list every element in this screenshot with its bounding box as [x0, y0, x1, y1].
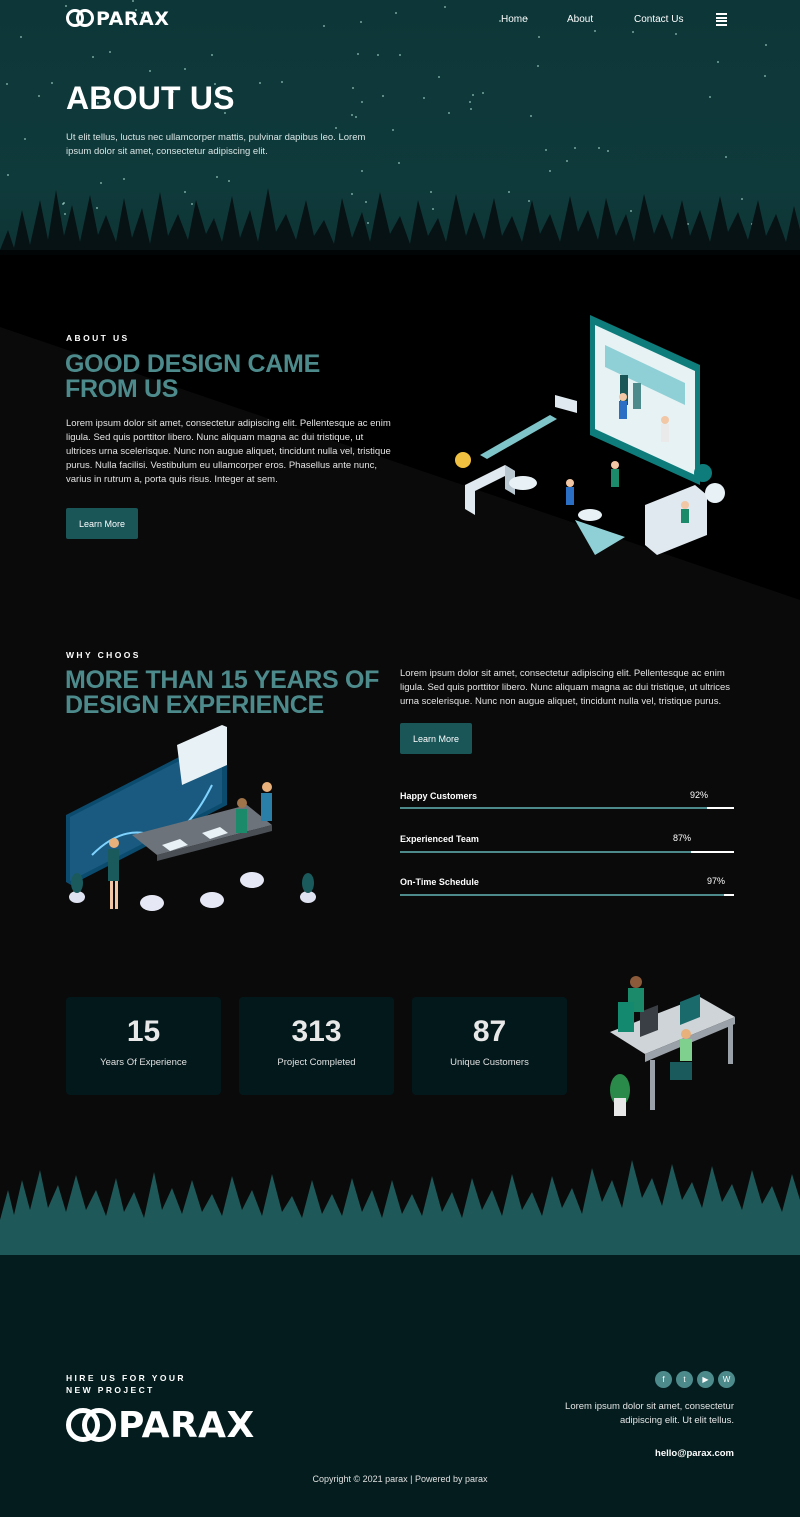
skill-label: Experienced Team [400, 834, 479, 844]
about-eyebrow: ABOUT US [66, 333, 130, 343]
menu-icon[interactable] [716, 13, 727, 26]
skill-label: Happy Customers [400, 791, 478, 801]
footer-forest [0, 1150, 800, 1270]
about-learn-more-button[interactable]: Learn More [66, 508, 138, 539]
youtube-icon[interactable]: ▶ [697, 1371, 714, 1388]
about-heading-line1: GOOD DESIGN CAME [65, 350, 320, 378]
why-heading-line1: MORE THAN 15 YEARS OF [65, 666, 380, 694]
page-title: ABOUT US [66, 80, 235, 116]
why-heading: MORE THAN 15 YEARS OF DESIGN EXPERIENCE [65, 668, 379, 718]
about-illustration [455, 315, 725, 555]
nav-about[interactable]: About [567, 14, 593, 25]
skill-percent: 92% [690, 790, 709, 800]
why-learn-more-button[interactable]: Learn More [400, 723, 472, 754]
skill-label: On-Time Schedule [400, 877, 479, 887]
skill-bar-track [400, 851, 734, 853]
stat-card: 15 Years Of Experience [66, 997, 221, 1095]
logo-text: PARAX [118, 1405, 255, 1446]
about-text: Lorem ipsum dolor sit amet, consectetur … [66, 418, 391, 485]
footer-cta-line1: HIRE US FOR YOUR [66, 1373, 186, 1383]
stat-number: 313 [291, 1015, 342, 1048]
facebook-icon[interactable]: f [655, 1371, 672, 1388]
hero-text: Ut elit tellus, luctus nec ullamcorper m… [66, 132, 366, 157]
skill-bar-fill [400, 894, 724, 896]
copyright: Copyright © 2021 parax | Powered by para… [312, 1474, 488, 1484]
footer-email[interactable]: hello@parax.com [655, 1448, 734, 1459]
why-eyebrow: WHY CHOOS [66, 650, 141, 660]
footer-cta: HIRE US FOR YOUR NEW PROJECT [66, 1372, 186, 1396]
skill-percent: 97% [707, 876, 726, 886]
twitter-icon[interactable]: t [676, 1371, 693, 1388]
stat-card: 87 Unique Customers [412, 997, 567, 1095]
footer-text: Lorem ipsum dolor sit amet, consectetur … [565, 1400, 734, 1428]
stat-label: Project Completed [277, 1057, 356, 1068]
skill-bar-fill [400, 851, 691, 853]
footer-logo[interactable]: PARAX [66, 1407, 255, 1445]
stat-card: 313 Project Completed [239, 997, 394, 1095]
workers-illustration [610, 976, 735, 1116]
footer-text-line1: Lorem ipsum dolor sit amet, consectetur [565, 1401, 734, 1412]
logo-rings-icon [66, 9, 94, 29]
stat-label: Years Of Experience [100, 1057, 187, 1068]
nav-contact[interactable]: Contact Us [634, 14, 683, 25]
footer [0, 1150, 800, 1517]
skill-bar-track [400, 807, 734, 809]
footer-cta-line2: NEW PROJECT [66, 1385, 155, 1395]
logo-rings-icon [66, 1408, 116, 1444]
stat-number: 87 [472, 1015, 507, 1048]
skill-bar-fill [400, 807, 708, 809]
wordpress-icon[interactable]: W [718, 1371, 735, 1388]
skill-percent: 87% [673, 833, 692, 843]
meeting-illustration [66, 725, 316, 911]
skill-bar-track [400, 894, 734, 896]
footer-text-line2: adipiscing elit. Ut elit tellus. [619, 1415, 734, 1426]
about-heading: GOOD DESIGN CAME FROM US [65, 352, 320, 402]
why-heading-line2: DESIGN EXPERIENCE [65, 691, 324, 719]
why-text: Lorem ipsum dolor sit amet, consectetur … [400, 668, 731, 707]
nav-home[interactable]: Home [501, 14, 528, 25]
stat-number: 15 [126, 1015, 161, 1048]
about-heading-line2: FROM US [65, 375, 179, 403]
stat-label: Unique Customers [450, 1057, 529, 1068]
brand-logo[interactable]: PARAX [66, 9, 169, 29]
logo-text: PARAX [96, 8, 170, 30]
